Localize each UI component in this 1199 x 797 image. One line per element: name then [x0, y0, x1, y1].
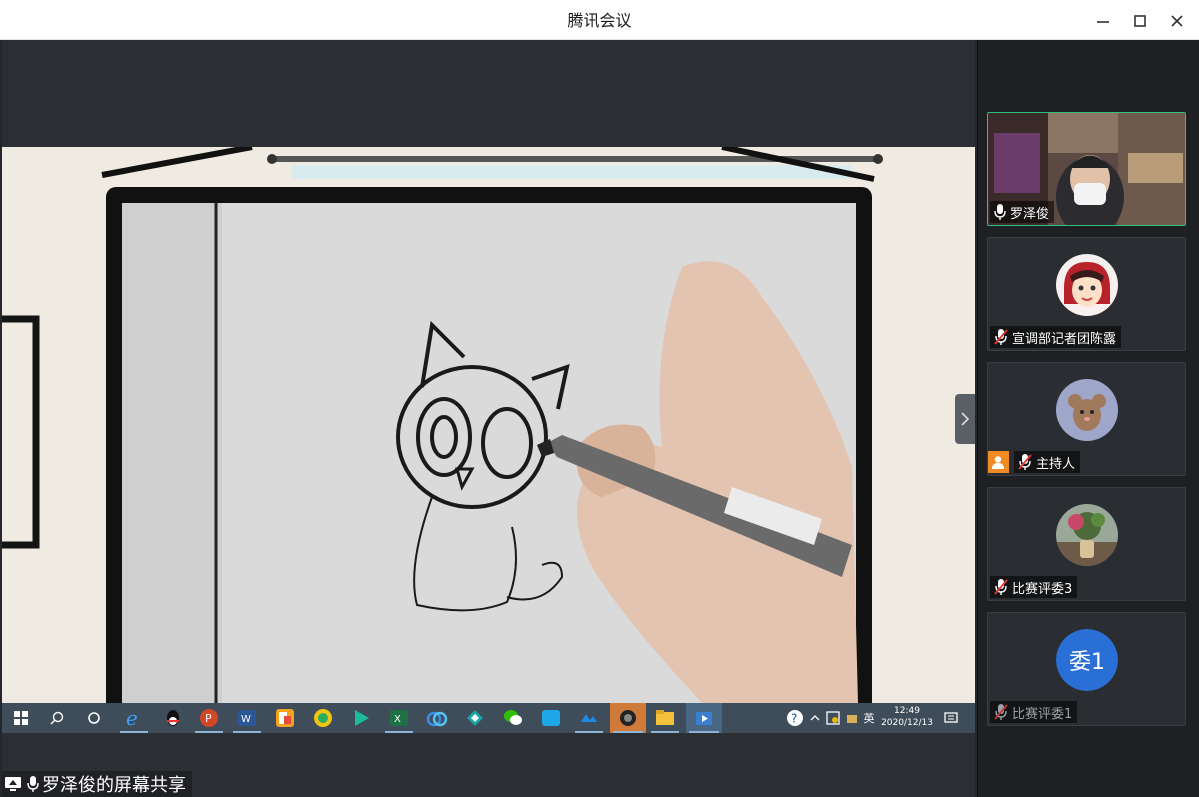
mic-muted-icon: [994, 329, 1008, 345]
participant-name-tag: 比赛评委1: [990, 701, 1078, 723]
participant-name: 比赛评委1: [1012, 706, 1073, 722]
screen-share-area[interactable]: e P W X ? 英 12:49 2020/12/13: [2, 40, 975, 797]
minimize-button[interactable]: [1088, 6, 1118, 36]
green-app-icon[interactable]: [306, 703, 340, 733]
participant-tile[interactable]: 比赛评委3: [987, 487, 1186, 601]
person-icon: [992, 456, 1004, 469]
participant-panel: 罗泽俊 宣调部记者团陈露 主持人 比赛评委3 委1 比赛评委1: [977, 40, 1199, 797]
wechat-icon[interactable]: [496, 703, 530, 733]
participant-tile[interactable]: 主持人: [987, 362, 1186, 476]
help-icon[interactable]: ?: [784, 703, 806, 733]
boat-app-icon[interactable]: [458, 703, 492, 733]
participant-name: 主持人: [1036, 456, 1076, 472]
mic-muted-icon: [994, 579, 1008, 595]
participant-name: 宣调部记者团陈露: [1012, 331, 1117, 347]
participant-tile[interactable]: 宣调部记者团陈露: [987, 237, 1186, 351]
wps-icon[interactable]: [268, 703, 302, 733]
taskbar-date: 2020/12/13: [881, 718, 933, 728]
close-button[interactable]: [1162, 6, 1192, 36]
avatar: [1056, 379, 1118, 441]
participant-name-tag: 罗泽俊: [990, 201, 1055, 223]
close-icon: [1171, 15, 1183, 27]
tray-network-icon[interactable]: [843, 703, 861, 733]
camera-icon[interactable]: [610, 703, 646, 733]
word-icon[interactable]: W: [230, 703, 264, 733]
search-icon[interactable]: [42, 703, 72, 733]
svg-text:P: P: [205, 712, 212, 725]
ie-icon[interactable]: e: [117, 703, 151, 733]
mic-muted-icon: [1018, 454, 1032, 470]
file-explorer-icon[interactable]: [648, 703, 682, 733]
tray-chevron-up-icon[interactable]: [808, 703, 822, 733]
shared-video-frame: [2, 147, 975, 703]
svg-text:?: ?: [791, 712, 797, 726]
excel-icon[interactable]: X: [382, 703, 416, 733]
screen-share-owner: 罗泽俊的屏幕共享: [42, 775, 186, 796]
taskbar-time: 12:49: [894, 706, 920, 716]
participant-name: 比赛评委3: [1012, 581, 1073, 597]
avatar: 委1: [1056, 629, 1118, 691]
minimize-icon: [1097, 21, 1109, 23]
participant-name-tag: 主持人: [988, 451, 1085, 473]
share-top-padding: [2, 40, 975, 147]
baidu-netdisk-icon[interactable]: [420, 703, 454, 733]
media-app-icon[interactable]: [686, 703, 722, 733]
zoom-app-icon[interactable]: [534, 703, 568, 733]
tencent-meeting-window: 腾讯会议 e P W X ? 英 12:49 2020/12/13 罗泽俊的屏幕…: [0, 0, 1199, 797]
participant-tile[interactable]: 罗泽俊: [987, 112, 1186, 226]
tencent-meeting-icon[interactable]: [572, 703, 606, 733]
ime-indicator[interactable]: 英: [860, 703, 878, 733]
maximize-icon: [1134, 15, 1146, 27]
maximize-button[interactable]: [1125, 6, 1155, 36]
screen-share-icon: [5, 777, 21, 791]
chevron-right-icon: [961, 412, 970, 426]
screen-share-label: 罗泽俊的屏幕共享: [2, 771, 192, 797]
mic-muted-icon: [994, 704, 1008, 720]
avatar: [1056, 254, 1118, 316]
host-badge: [988, 451, 1009, 473]
participant-name: 罗泽俊: [1010, 206, 1050, 222]
taskbar-clock[interactable]: 12:49 2020/12/13: [878, 705, 936, 729]
tray-app-icon[interactable]: [824, 703, 842, 733]
drawing-video-illustration: [2, 147, 975, 703]
avatar: [1056, 504, 1118, 566]
mic-icon: [27, 776, 39, 792]
windows-start-icon[interactable]: [6, 703, 36, 733]
qq-icon[interactable]: [156, 703, 190, 733]
svg-text:W: W: [241, 714, 251, 725]
collapse-panel-button[interactable]: [955, 394, 975, 444]
participant-name-tag: 比赛评委3: [990, 576, 1078, 598]
svg-text:e: e: [126, 708, 138, 728]
mic-icon: [994, 204, 1006, 220]
cortana-icon[interactable]: [79, 703, 109, 733]
shared-taskbar: e P W X ? 英 12:49 2020/12/13: [2, 703, 975, 733]
participant-name-tag: 宣调部记者团陈露: [990, 326, 1122, 348]
participant-tile[interactable]: 委1 比赛评委1: [987, 612, 1186, 726]
notification-icon[interactable]: [940, 703, 962, 733]
svg-text:X: X: [394, 714, 401, 725]
powerpoint-icon[interactable]: P: [192, 703, 226, 733]
avatar-initials: 委1: [1056, 629, 1118, 691]
video-player-icon[interactable]: [344, 703, 378, 733]
title-bar: 腾讯会议: [0, 0, 1199, 40]
window-title: 腾讯会议: [567, 11, 632, 30]
